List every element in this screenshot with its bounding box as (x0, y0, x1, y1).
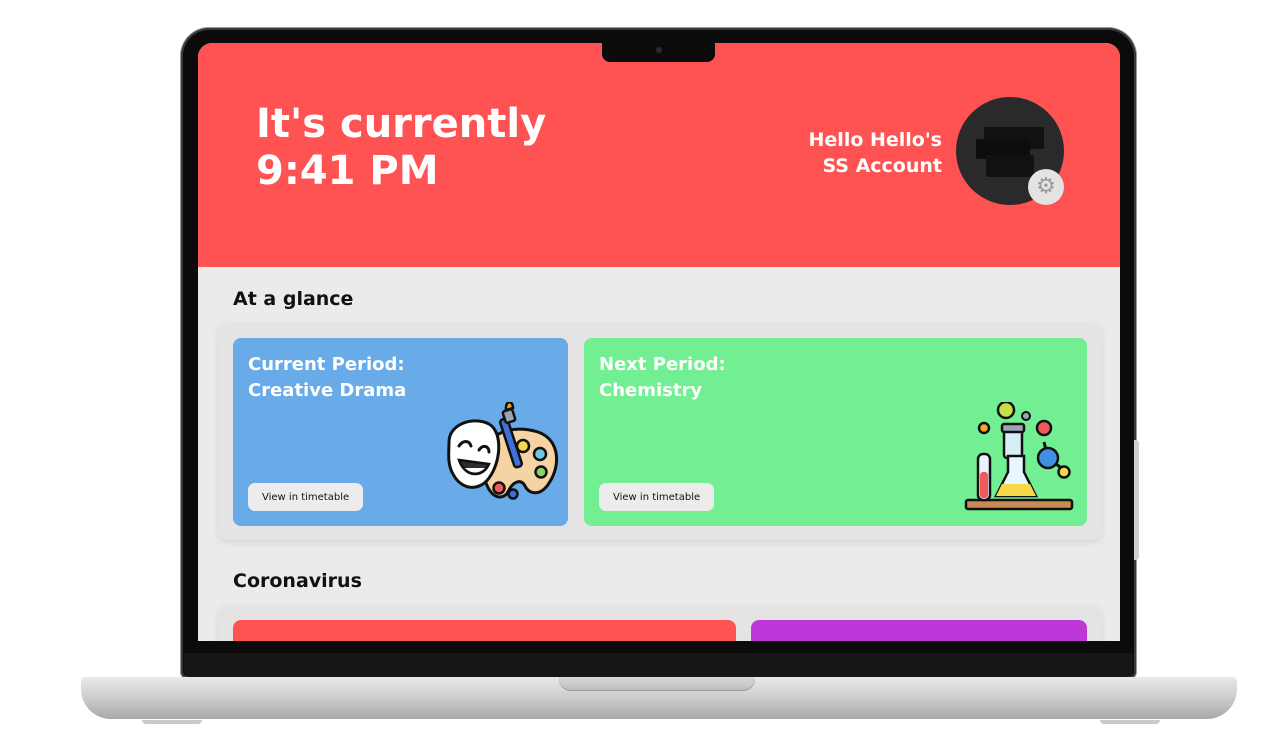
current-time-heading: It's currently 9:41 PM (256, 101, 546, 195)
current-period-label: Current Period: (248, 354, 405, 375)
at-a-glance-heading: At a glance (233, 288, 354, 310)
coronavirus-panel (219, 606, 1101, 641)
next-period-card[interactable]: Next Period: Chemistry View in timetable (584, 338, 1087, 526)
app-screen: It's currently 9:41 PM Hello Hello's SS … (198, 43, 1120, 641)
chemistry-lab-icon (964, 402, 1074, 511)
coronavirus-heading: Coronavirus (233, 570, 362, 592)
camera-notch (602, 42, 715, 62)
next-period-subject: Chemistry (599, 380, 703, 402)
current-period-title: Current Period: Creative Drama (248, 352, 406, 404)
avatar-redacted-block (986, 155, 1034, 177)
coronavirus-deaths-card[interactable] (233, 620, 736, 641)
next-period-label: Next Period: (599, 354, 726, 375)
next-period-title: Next Period: Chemistry (599, 352, 726, 404)
gear-icon[interactable]: ⚙ (1028, 169, 1064, 205)
laptop-hinge (184, 653, 1133, 677)
time-label: It's currently (256, 101, 547, 147)
account-greeting-line2: SS Account (822, 155, 942, 178)
avatar[interactable]: ⚙ (956, 97, 1064, 205)
coronavirus-cases-card[interactable] (751, 620, 1087, 641)
account-greeting: Hello Hello's SS Account (809, 127, 942, 179)
at-a-glance-panel: Current Period: Creative Drama View in t… (219, 324, 1101, 540)
trackpad-notch (559, 677, 755, 691)
laptop-side-edge (1134, 440, 1139, 560)
laptop-foot (1100, 720, 1160, 724)
laptop-foot (142, 720, 202, 724)
time-value: 9:41 PM (256, 148, 439, 195)
account-greeting-line1: Hello Hello's (808, 129, 942, 151)
laptop-base (81, 677, 1237, 719)
current-view-in-timetable-button[interactable]: View in timetable (248, 483, 364, 511)
header-banner: It's currently 9:41 PM Hello Hello's SS … (198, 43, 1120, 267)
current-period-card[interactable]: Current Period: Creative Drama View in t… (233, 338, 568, 526)
current-period-subject: Creative Drama (248, 380, 407, 402)
drama-masks-palette-icon (447, 402, 559, 500)
next-view-in-timetable-button[interactable]: View in timetable (599, 483, 715, 511)
camera-icon (656, 47, 662, 53)
